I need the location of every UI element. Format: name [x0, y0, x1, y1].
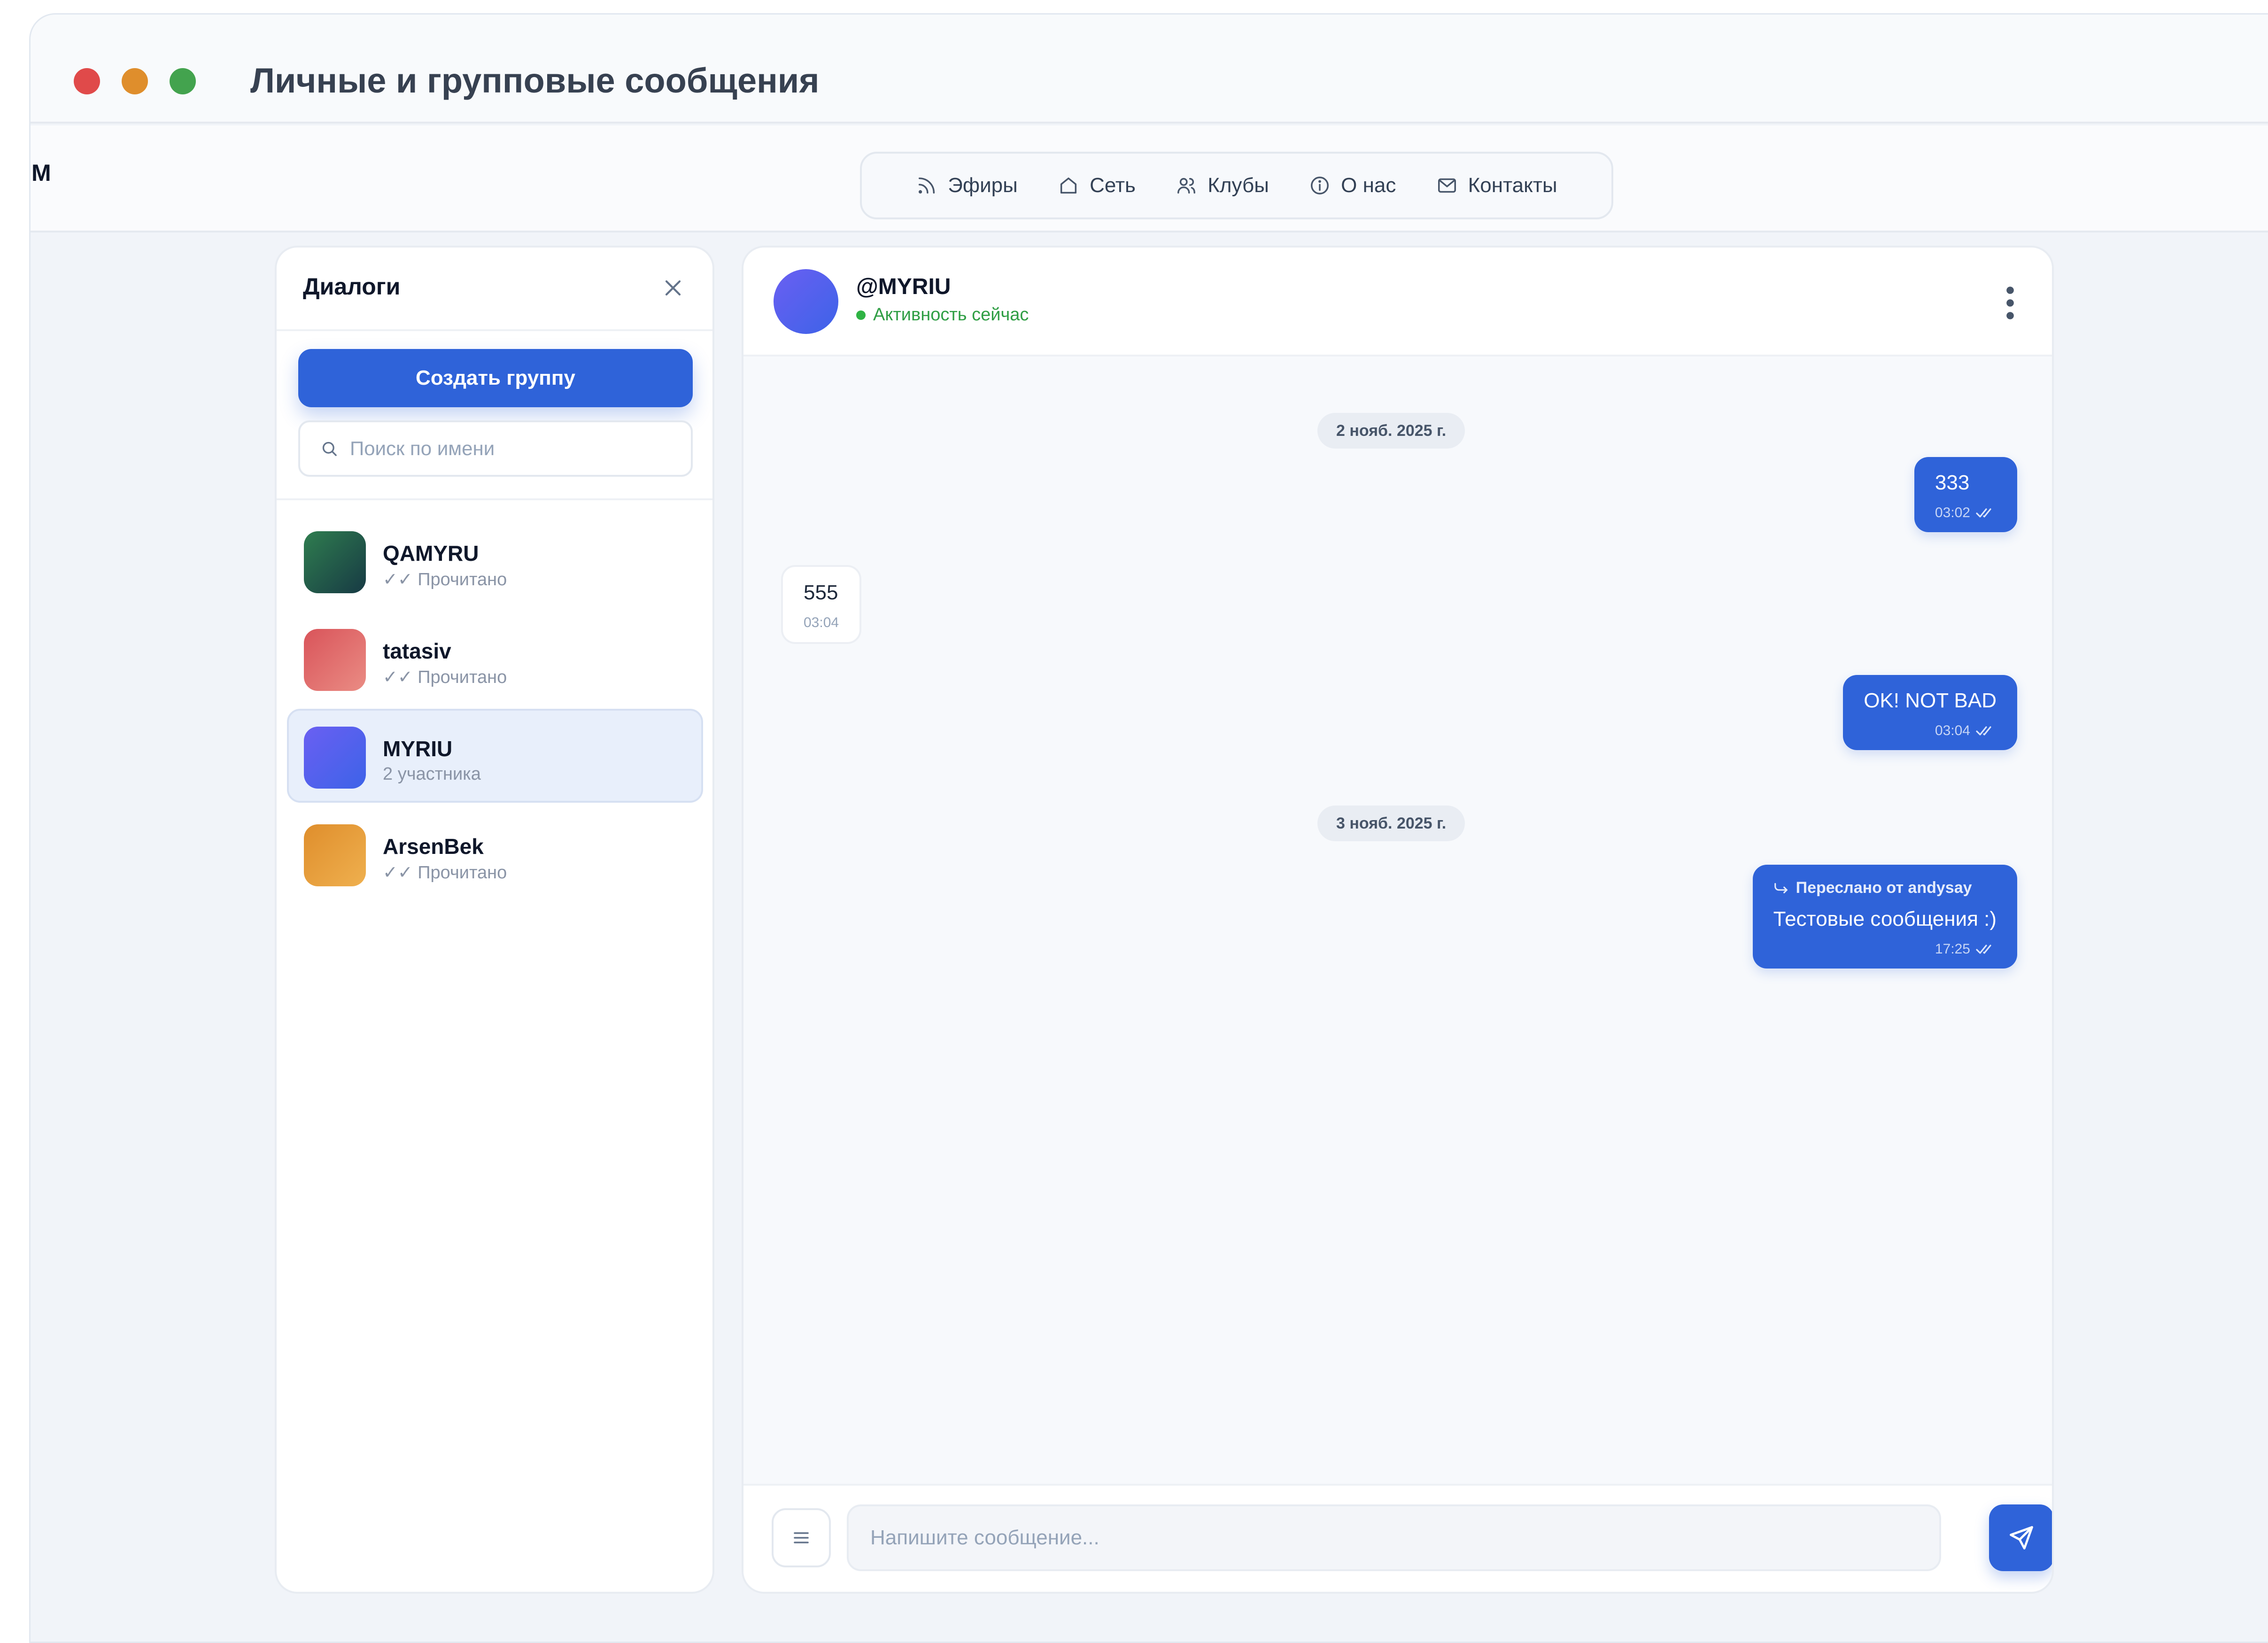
avatar — [304, 629, 366, 691]
nav-item-label: Контакты — [1468, 174, 1557, 197]
attach-menu-button[interactable] — [772, 1508, 831, 1567]
dialog-name: tatasiv — [383, 639, 451, 663]
nav-item-label: О нас — [1341, 174, 1396, 197]
message-composer — [743, 1484, 2052, 1592]
chat-header: @MYRIU Активность сейчас — [743, 248, 2052, 356]
avatar[interactable] — [774, 269, 838, 334]
message-time: 03:04 — [1935, 723, 1970, 738]
sidebar-title: Диалоги — [303, 273, 401, 300]
more-vertical-icon[interactable] — [2003, 283, 2017, 323]
message-bubble-incoming[interactable]: 555 03:04 — [781, 565, 862, 644]
online-dot-icon — [856, 310, 866, 320]
message-time: 03:04 — [804, 615, 839, 630]
nav-item-label: Эфиры — [948, 174, 1018, 197]
search-input[interactable] — [350, 437, 679, 460]
double-check-icon — [1976, 945, 1991, 954]
message-meta: 03:04 — [804, 615, 839, 631]
minimize-window-button[interactable] — [122, 68, 148, 94]
message-bubble-forwarded[interactable]: Переслано от andysay Тестовые сообщения … — [1752, 865, 2017, 969]
forwarded-from: Переслано от andysay — [1796, 879, 1972, 897]
nav-item-clubs[interactable]: Клубы — [1176, 174, 1269, 197]
message-meta: 03:04 — [1864, 723, 1997, 739]
message-text: 333 — [1935, 471, 1970, 494]
site-logo[interactable]: M — [31, 159, 51, 186]
dialog-name: ArsenBek — [383, 834, 484, 859]
nav-item-broadcasts[interactable]: Эфиры — [916, 174, 1018, 197]
message-bubble-outgoing[interactable]: 333 03:02 — [1914, 457, 2017, 532]
create-group-button[interactable]: Создать группу — [298, 349, 693, 407]
dialog-item-myriu[interactable]: MYRIU 2 участника — [287, 709, 703, 803]
dialog-item-arsenbek[interactable]: ArsenBek ✓✓ Прочитано — [287, 806, 703, 900]
date-separator: 2 нояб. 2025 г. — [1317, 413, 1465, 449]
top-navigation: M Эфиры Сеть Клубы О нас Контакты — [31, 125, 2268, 232]
dialog-name: MYRIU — [383, 736, 453, 761]
message-input[interactable] — [847, 1504, 1941, 1571]
app-window: Личные и групповые сообщения M Эфиры Сет… — [29, 13, 2268, 1643]
message-meta: 17:25 — [1773, 941, 1997, 957]
forward-arrow-icon — [1774, 883, 1788, 893]
message-time: 03:02 — [1935, 505, 1970, 520]
status-text: Активность сейчас — [873, 305, 1029, 325]
close-window-button[interactable] — [74, 68, 100, 94]
avatar — [304, 531, 366, 593]
avatar — [304, 727, 366, 789]
send-button[interactable] — [1989, 1504, 2052, 1571]
avatar — [304, 824, 366, 886]
maximize-window-button[interactable] — [170, 68, 196, 94]
nav-item-label: Клубы — [1208, 174, 1269, 197]
sidebar-header: Диалоги — [277, 248, 712, 331]
date-separator: 3 нояб. 2025 г. — [1317, 806, 1465, 841]
nav-item-network[interactable]: Сеть — [1058, 174, 1136, 197]
message-text: Тестовые сообщения :) — [1773, 907, 1997, 930]
message-text: OK! NOT BAD — [1864, 689, 1997, 712]
online-status: Активность сейчас — [856, 305, 1029, 325]
dialog-name: QAMYRU — [383, 541, 479, 566]
search-box — [298, 420, 693, 477]
message-bubble-outgoing[interactable]: OK! NOT BAD 03:04 — [1843, 675, 2017, 750]
double-check-icon — [1976, 508, 1991, 518]
menu-icon — [794, 1532, 809, 1543]
search-icon — [322, 442, 337, 456]
nav-item-contacts[interactable]: Контакты — [1436, 174, 1557, 197]
dialog-status: 2 участника — [383, 764, 481, 784]
dialog-item-qamyru[interactable]: QAMYRU ✓✓ Прочитано — [287, 513, 703, 607]
rss-icon — [919, 177, 935, 194]
chat-title[interactable]: @MYRIU — [856, 274, 951, 300]
chat-panel: @MYRIU Активность сейчас 2 нояб. 2025 г.… — [742, 246, 2054, 1594]
message-meta: 03:02 — [1935, 505, 1997, 521]
nav-item-label: Сеть — [1090, 174, 1136, 197]
message-time: 17:25 — [1935, 941, 1970, 957]
window-title: Личные и групповые сообщения — [250, 61, 820, 100]
dialog-list: QAMYRU ✓✓ Прочитано tatasiv ✓✓ Прочитано… — [287, 513, 703, 904]
close-icon[interactable] — [660, 275, 686, 301]
users-icon — [1177, 178, 1196, 194]
nav-menu: Эфиры Сеть Клубы О нас Контакты — [860, 152, 1613, 219]
dialog-item-tatasiv[interactable]: tatasiv ✓✓ Прочитано — [287, 611, 703, 705]
forwarded-label: Переслано от andysay — [1773, 879, 1997, 897]
info-icon — [1311, 177, 1329, 194]
divider — [277, 498, 712, 500]
send-icon — [2010, 1526, 2033, 1550]
double-check-icon — [1976, 726, 1991, 736]
dialogs-sidebar: Диалоги Создать группу QAMYRU ✓✓ Прочита… — [275, 246, 714, 1594]
nav-item-about[interactable]: О нас — [1309, 174, 1396, 197]
home-icon — [1060, 177, 1077, 194]
title-bar: Личные и групповые сообщения — [31, 15, 2268, 124]
mail-icon — [1438, 178, 1456, 193]
dialog-status: ✓✓ Прочитано — [383, 863, 507, 883]
dialog-status: ✓✓ Прочитано — [383, 570, 507, 589]
message-text: 555 — [804, 581, 838, 604]
dialog-status: ✓✓ Прочитано — [383, 667, 507, 687]
